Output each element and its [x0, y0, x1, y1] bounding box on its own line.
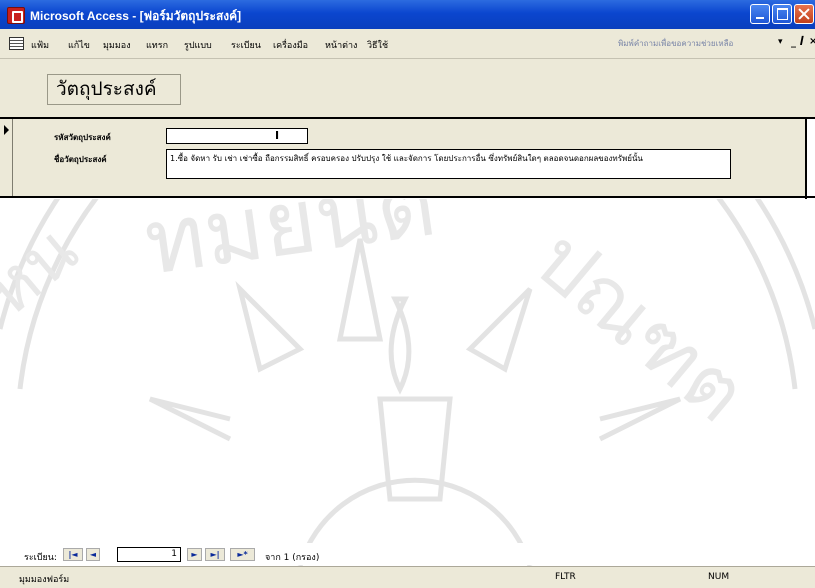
record-nav-label: ระเบียน: [24, 553, 57, 563]
menu-bar: แฟ้ม แก้ไข มุมมอง แทรก รูปแบบ ระเบียน เค… [0, 29, 815, 59]
detail-right-border [805, 117, 807, 199]
menu-tools[interactable]: เครื่องมือ [273, 38, 308, 52]
objective-name-label: ชื่อวัตถุประสงค์ [54, 155, 107, 164]
section-divider [0, 196, 815, 198]
access-app-icon[interactable] [7, 7, 25, 24]
minimize-button[interactable] [750, 4, 770, 24]
objective-code-field[interactable]: I [166, 128, 308, 144]
status-filter-indicator: FLTR [555, 572, 576, 582]
mdi-minimize-icon[interactable]: _ [791, 37, 796, 48]
status-view-text: มุมมองฟอร์ม [19, 575, 70, 585]
close-button[interactable] [794, 4, 814, 24]
watermark-right-text: ปณฑต [518, 212, 764, 440]
title-bar: Microsoft Access - [ฟอร์มวัตถุประสงค์] [0, 0, 815, 29]
first-record-button[interactable]: |◄ [63, 548, 83, 561]
menu-help[interactable]: วิธีใช้ [367, 38, 388, 52]
current-record-input[interactable]: 1 [117, 547, 181, 562]
form-title: วัตถุประสงค์ [47, 74, 181, 105]
mdi-close-icon[interactable]: × [809, 36, 815, 47]
menu-file[interactable]: แฟ้ม [31, 38, 49, 52]
help-dropdown-icon[interactable]: ▾ [778, 37, 783, 47]
record-selector[interactable] [0, 119, 13, 197]
status-numlock-indicator: NUM [708, 572, 730, 582]
menu-insert[interactable]: แทรก [146, 38, 168, 52]
menu-view[interactable]: มุมมอง [103, 38, 131, 52]
text-cursor-icon: I [275, 129, 280, 142]
mdi-restore-icon[interactable]: ꟾ [800, 37, 804, 48]
watermark-left-text: หน [0, 209, 93, 332]
objective-name-field[interactable]: 1.ซื้อ จัดหา รับ เช่า เช่าซื้อ ถือกรรมสิ… [166, 149, 731, 179]
objective-code-label: รหัสวัตถุประสงค์ [54, 133, 111, 142]
maximize-button[interactable] [772, 4, 792, 24]
menu-edit[interactable]: แก้ไข [68, 38, 90, 52]
last-record-button[interactable]: ►| [205, 548, 225, 561]
menu-records[interactable]: ระเบียน [231, 38, 261, 52]
window-title: Microsoft Access - [ฟอร์มวัตถุประสงค์] [30, 9, 242, 23]
help-question-box[interactable]: พิมพ์คำถามเพื่อขอความช่วยเหลือ [618, 37, 776, 52]
current-record-arrow-icon [4, 125, 9, 135]
form-document-icon[interactable] [9, 37, 24, 50]
new-record-button[interactable]: ►* [230, 548, 255, 561]
record-count-text: จาก 1 (กรอง) [265, 553, 320, 563]
watermark-top-text: ทมยนต [138, 199, 441, 296]
university-watermark: ทมยนต ปณฑต หน [0, 199, 815, 566]
menu-window[interactable]: หน้าต่าง [325, 38, 357, 52]
status-bar [0, 566, 815, 588]
next-record-button[interactable]: ► [187, 548, 202, 561]
menu-format[interactable]: รูปแบบ [184, 38, 212, 52]
previous-record-button[interactable]: ◄ [86, 548, 100, 561]
